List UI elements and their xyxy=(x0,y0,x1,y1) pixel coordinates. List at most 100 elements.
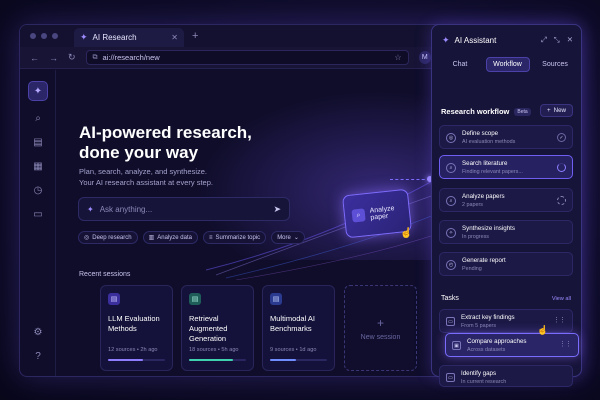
workflow-step-search-literature[interactable]: ⌕ Search literature Finding relevant pap… xyxy=(439,155,573,179)
hand-cursor-icon: ☝ xyxy=(400,228,413,239)
hero-title: AI-powered research, done your way xyxy=(79,123,252,162)
hero-subtitle: Plan, search, analyze, and synthesize. Y… xyxy=(79,167,213,187)
session-progress xyxy=(270,359,327,361)
session-title: Retrieval Augmented Generation xyxy=(189,314,228,343)
ask-placeholder: Ask anything... xyxy=(99,204,153,214)
session-card[interactable]: ▤ LLM Evaluation Methods 12 sources • 2h … xyxy=(100,285,173,371)
history-icon[interactable]: ◷ xyxy=(28,180,48,200)
tab-chat[interactable]: Chat xyxy=(438,57,482,72)
url-text: ai://research/new xyxy=(102,53,160,62)
tab-sources[interactable]: Sources xyxy=(533,57,577,72)
workflow-step-define-scope[interactable]: ◎ Define scope AI evaluation methods ✓ xyxy=(439,125,573,149)
loading-icon xyxy=(557,196,566,205)
new-session-card[interactable]: + New session xyxy=(344,285,417,371)
folder-icon[interactable]: ▭ xyxy=(28,204,48,224)
new-tab-button[interactable]: + xyxy=(192,30,198,42)
workflow-title: Research workflow Beta xyxy=(441,107,531,116)
session-progress-fill xyxy=(270,359,296,361)
document-icon: ▤ xyxy=(270,293,282,305)
search-icon[interactable]: ⌕ xyxy=(28,108,48,128)
beta-badge: Beta xyxy=(514,107,531,116)
plus-icon: + xyxy=(376,315,384,330)
ai-assistant-panel: ✦ AI Assistant ⤢ ⤡ ✕ Chat Workflow Sourc… xyxy=(431,24,582,387)
session-card[interactable]: ▤ Multimodal AI Benchmarks 9 sources • 1d… xyxy=(262,285,335,371)
session-card[interactable]: ▤ Retrieval Augmented Generation 18 sourc… xyxy=(181,285,254,371)
sparkle-icon: ✦ xyxy=(442,35,450,45)
plus-icon: + xyxy=(546,107,551,114)
help-icon[interactable]: ? xyxy=(28,346,48,366)
assistant-controls: ⤢ ⤡ ✕ xyxy=(541,35,573,45)
close-icon[interactable]: ✕ xyxy=(567,35,573,45)
chip-deep-research[interactable]: ◎ Deep research xyxy=(78,231,138,244)
task-item[interactable]: ▭ Extract key findings From 5 papers ⋮⋮ xyxy=(439,309,573,333)
workflow-step-analyze-papers[interactable]: ⌕ Analyze papers 2 papers xyxy=(439,188,573,212)
tab-title: AI Research xyxy=(92,33,137,42)
chart-icon: ▥ xyxy=(148,235,155,241)
drag-handle-icon[interactable]: ⋮⋮ xyxy=(559,340,572,348)
session-title: LLM Evaluation Methods xyxy=(108,314,160,333)
globe-icon: ◎ xyxy=(84,235,90,241)
sparkle-icon: ✦ xyxy=(80,32,88,42)
send-icon[interactable]: ➤ xyxy=(273,204,281,215)
search-document-icon: ⌕ xyxy=(351,208,366,223)
close-tab-icon[interactable]: ✕ xyxy=(171,33,178,42)
document-icon: ▤ xyxy=(108,293,120,305)
site-info-icon[interactable]: ⧉ xyxy=(93,54,98,62)
progress-ring-icon xyxy=(557,163,566,172)
minimize-icon[interactable]: ⤡ xyxy=(554,35,560,45)
tasks-title: Tasks xyxy=(441,295,459,302)
reload-icon[interactable]: ↻ xyxy=(68,52,76,63)
sparkle-home-icon[interactable]: ✦ xyxy=(28,81,48,101)
document-icon[interactable]: ▤ xyxy=(28,132,48,152)
task-item-dragging[interactable]: ▣ Compare approaches Across datasets ⋮⋮ xyxy=(445,333,579,357)
view-all-link[interactable]: View all xyxy=(552,296,571,302)
main-content: AI-powered research, done your way Plan,… xyxy=(56,70,434,376)
lines-icon: ≡ xyxy=(208,234,213,241)
assistant-tabs: Chat Workflow Sources xyxy=(438,57,577,72)
browser-tab[interactable]: ✦ AI Research ✕ xyxy=(74,28,184,47)
grid-icon[interactable]: ▦ xyxy=(28,156,48,176)
chip-summarize-topic[interactable]: ≡ Summarize topic xyxy=(202,231,267,244)
tab-workflow[interactable]: Workflow xyxy=(485,57,530,72)
compare-icon[interactable]: ▣ xyxy=(452,341,461,350)
session-title: Multimodal AI Benchmarks xyxy=(270,314,316,333)
connector-line xyxy=(390,179,430,180)
sparkle-icon: ✦ xyxy=(87,204,94,214)
workflow-step-synthesize-insights[interactable]: ✧ Synthesize insights In progress xyxy=(439,220,573,244)
chip-more[interactable]: More ⌄ xyxy=(271,231,305,244)
forward-arrow-icon[interactable]: → xyxy=(49,53,58,63)
target-icon: ◎ xyxy=(446,133,456,143)
session-meta: 18 sources • 5h ago xyxy=(189,347,239,353)
url-field[interactable]: ⧉ ai://research/new ☆ xyxy=(85,50,409,65)
session-progress xyxy=(108,359,165,361)
profile-avatar[interactable]: M xyxy=(418,51,431,64)
suggestion-chips: ◎ Deep research ▥ Analyze data ≡ Summarize … xyxy=(78,231,305,244)
check-icon: ✓ xyxy=(557,133,566,142)
bookmark-star-icon[interactable]: ☆ xyxy=(394,53,401,62)
task-item[interactable]: ▭ Identify gaps In current research xyxy=(439,365,573,387)
session-meta: 12 sources • 2h ago xyxy=(108,347,158,353)
checkbox-icon[interactable]: ▭ xyxy=(446,373,455,382)
session-progress-fill xyxy=(108,359,144,361)
window-controls[interactable] xyxy=(20,33,58,39)
chevron-down-icon: ⌄ xyxy=(293,235,299,241)
new-workflow-button[interactable]: + New xyxy=(539,104,573,117)
workflow-step-generate-report[interactable]: ◴ Generate report Pending xyxy=(439,252,573,276)
chip-analyze-data[interactable]: ▥ Analyze data xyxy=(142,231,198,244)
left-sidebar: ✦ ⌕ ▤ ▦ ◷ ▭ ⚙ ? xyxy=(20,70,56,376)
back-arrow-icon[interactable]: ← xyxy=(30,53,39,63)
assistant-header: ✦ AI Assistant xyxy=(442,35,497,45)
session-progress-fill xyxy=(189,359,234,361)
search-icon: ⌕ xyxy=(446,163,456,173)
expand-icon[interactable]: ⤢ xyxy=(541,35,547,45)
analyze-icon: ⌕ xyxy=(446,196,456,206)
session-meta: 9 sources • 1d ago xyxy=(270,347,317,353)
recent-sessions-title: Recent sessions xyxy=(79,271,131,278)
drag-handle-icon[interactable]: ⋮⋮ xyxy=(553,316,566,324)
ask-input[interactable]: ✦ Ask anything... ➤ xyxy=(78,197,290,221)
document-icon: ▤ xyxy=(189,293,201,305)
address-bar: ← → ↻ ⧉ ai://research/new ☆ M xyxy=(20,47,431,69)
session-progress xyxy=(189,359,246,361)
checkbox-icon[interactable]: ▭ xyxy=(446,317,455,326)
settings-gear-icon[interactable]: ⚙ xyxy=(28,322,48,342)
